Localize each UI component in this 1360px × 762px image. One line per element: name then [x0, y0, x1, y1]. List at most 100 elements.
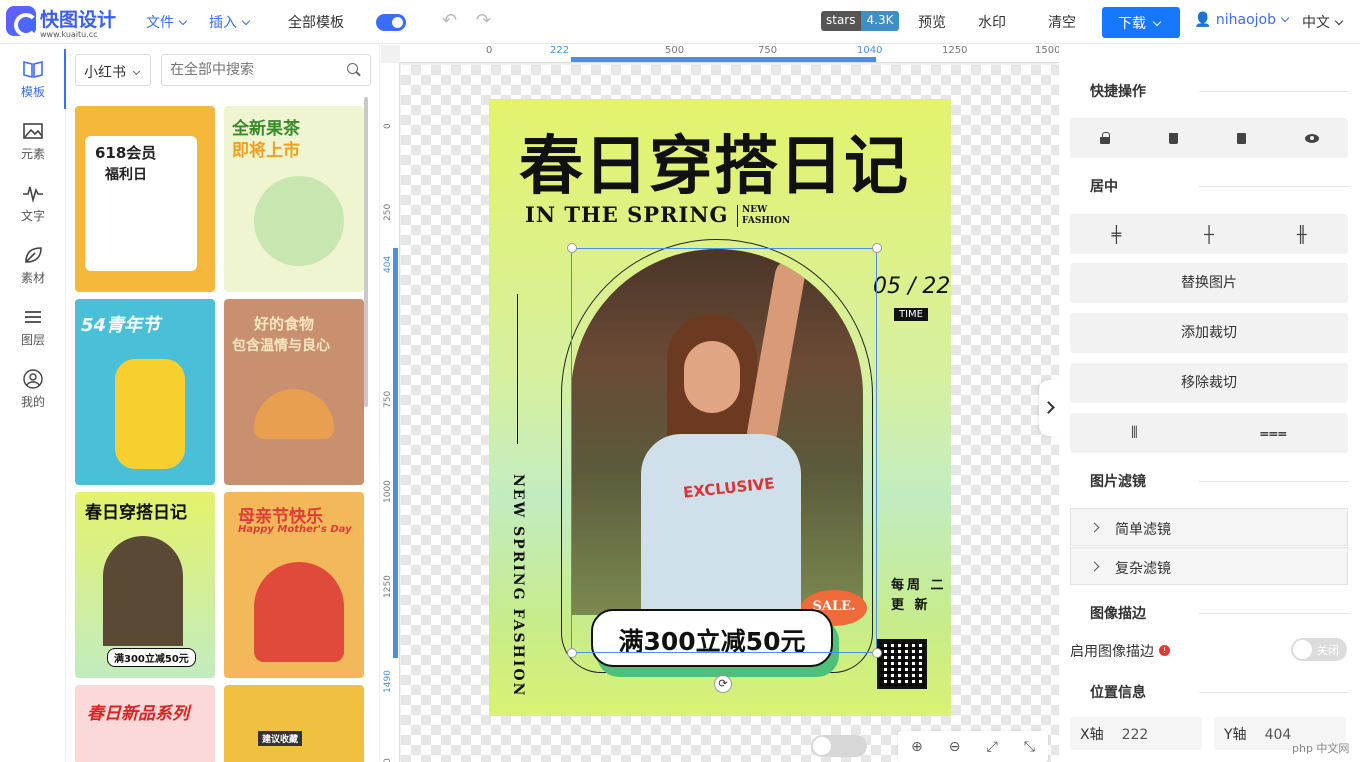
- user-menu[interactable]: 👤 nihaojob: [1194, 12, 1290, 28]
- category-select[interactable]: 小红书: [75, 54, 151, 86]
- zoom-in-icon[interactable]: ⊕: [911, 739, 923, 755]
- trash-icon[interactable]: [1168, 132, 1178, 144]
- app-logo[interactable]: 快图设计 www.kuaitu.cc: [6, 4, 126, 40]
- search-input[interactable]: [161, 54, 371, 86]
- ruler-selection-highlight: [571, 57, 876, 62]
- ruler-tick: 1000: [383, 480, 393, 503]
- nav-templates[interactable]: 模板: [0, 49, 67, 109]
- exit-fullscreen-icon[interactable]: ⤡: [1024, 739, 1035, 755]
- template-card[interactable]: 春日新品系列: [75, 685, 215, 762]
- nav-mine[interactable]: 我的: [0, 359, 66, 415]
- search-icon[interactable]: [347, 63, 358, 74]
- ruler-left: 0 250 404 750 1000 1250 1490 1750: [381, 63, 400, 762]
- template-card[interactable]: 54青年节: [75, 299, 215, 485]
- panel-scrollbar[interactable]: [364, 97, 368, 407]
- top-bar: 快图设计 www.kuaitu.cc 文件 插入 全部模板 ↶ ↷ stars …: [0, 0, 1360, 44]
- nav-text[interactable]: 文字: [0, 173, 66, 229]
- template-card[interactable]: 母亲节快乐 Happy Mother's Day: [224, 492, 364, 678]
- resize-handle[interactable]: [872, 648, 882, 658]
- logo-title: 快图设计: [40, 9, 117, 31]
- resize-handle[interactable]: [872, 243, 882, 253]
- info-icon[interactable]: !: [1159, 645, 1170, 656]
- flip-row: ⫴ ⩶: [1070, 413, 1348, 453]
- chevron-down-icon: [1334, 16, 1344, 26]
- section-divider: [1199, 613, 1349, 614]
- all-templates-button[interactable]: 全部模板: [288, 12, 344, 32]
- file-menu[interactable]: 文件: [146, 12, 188, 32]
- poster-vertical-text[interactable]: NEW SPRING FASHION: [510, 474, 526, 697]
- nav-elements-label: 元素: [20, 147, 45, 161]
- insert-menu[interactable]: 插入: [209, 12, 251, 32]
- complex-filter-collapse[interactable]: 复杂滤镜: [1070, 547, 1348, 585]
- language-label: 中文: [1302, 15, 1330, 31]
- canvas-toggle[interactable]: [811, 735, 867, 757]
- file-menu-label: 文件: [146, 15, 174, 31]
- chevron-down-icon: [1280, 13, 1290, 23]
- nav-materials[interactable]: 素材: [0, 235, 66, 291]
- nav-layers[interactable]: 图层: [0, 297, 66, 353]
- template-card[interactable]: 春日穿搭日记 满300立减50元: [75, 492, 215, 678]
- add-crop-button[interactable]: 添加裁切: [1070, 313, 1348, 353]
- poster-spring-text[interactable]: IN THE SPRING: [525, 202, 728, 227]
- eye-icon[interactable]: [1304, 133, 1319, 143]
- canvas-area[interactable]: 0 222 500 750 1040 1250 1500 0 250 404 7…: [381, 45, 1059, 762]
- resize-handle[interactable]: [567, 243, 577, 253]
- ruler-selection-highlight: [393, 248, 398, 658]
- nav-text-label: 文字: [20, 209, 45, 223]
- layers-icon: [25, 311, 41, 323]
- undo-icon[interactable]: ↶: [442, 10, 457, 31]
- template-card[interactable]: 好的食物 包含温情与良心: [224, 299, 364, 485]
- watermark-button[interactable]: 水印: [978, 12, 1006, 32]
- template-panel: 小红书 618会员 福利日 全新果茶 即将上市 54青年节 好的食物 包含温情与…: [66, 45, 380, 762]
- zoom-out-icon[interactable]: ⊖: [949, 739, 961, 755]
- chevron-down-icon: [132, 67, 141, 76]
- center-vertical-icon[interactable]: ╫: [1297, 225, 1307, 244]
- collapse-right-panel-button[interactable]: [1039, 380, 1059, 436]
- nav-elements[interactable]: 元素: [0, 111, 66, 167]
- template-card[interactable]: 全新果茶 即将上市: [224, 106, 364, 292]
- template-subtitle: Happy Mother's Day: [238, 524, 352, 535]
- center-title: 居中: [1090, 179, 1118, 195]
- toggle-switch[interactable]: [376, 14, 406, 31]
- flip-vertical-icon[interactable]: ⩶: [1260, 423, 1287, 443]
- fit-screen-icon[interactable]: ⤢: [987, 739, 998, 755]
- x-axis-field[interactable]: X轴 222: [1070, 717, 1202, 750]
- resize-handle[interactable]: [567, 648, 577, 658]
- section-divider: [1199, 186, 1349, 187]
- poster-date[interactable]: 05 / 22: [873, 274, 950, 299]
- lock-icon[interactable]: [1099, 132, 1110, 144]
- site-watermark: php 中文网: [1292, 742, 1350, 755]
- flip-horizontal-icon[interactable]: ⫴: [1131, 423, 1138, 443]
- category-value: 小红书: [84, 65, 126, 81]
- poster-new-fashion[interactable]: NEW FASHION: [737, 205, 797, 227]
- x-axis-label: X轴: [1080, 727, 1104, 743]
- copy-icon[interactable]: [1236, 132, 1246, 144]
- selection-box[interactable]: [571, 248, 877, 653]
- template-title: 618会员: [95, 144, 157, 162]
- replace-image-button[interactable]: 替换图片: [1070, 263, 1348, 303]
- ruler-top: 0 222 500 750 1040 1250 1500: [400, 45, 1059, 63]
- redo-icon[interactable]: ↷: [476, 10, 491, 31]
- center-both-icon[interactable]: ┼: [1204, 225, 1214, 244]
- poster-weekly-update[interactable]: 每周 二 更 新: [891, 576, 947, 616]
- center-horizontal-icon[interactable]: ╪: [1112, 225, 1122, 244]
- x-axis-value: 222: [1121, 727, 1149, 743]
- clear-button[interactable]: 清空: [1048, 12, 1076, 32]
- download-button[interactable]: 下载: [1102, 7, 1180, 38]
- user-circle-icon: [23, 369, 43, 389]
- y-axis-label: Y轴: [1224, 727, 1247, 743]
- qr-code[interactable]: [877, 639, 927, 689]
- poster-time-tag[interactable]: TIME: [894, 308, 929, 321]
- rotate-icon[interactable]: ⟳: [714, 675, 732, 693]
- simple-filter-collapse[interactable]: 简单滤镜: [1070, 508, 1348, 546]
- template-card[interactable]: 建议收藏: [224, 685, 364, 762]
- template-card[interactable]: 618会员 福利日: [75, 106, 215, 292]
- template-subtitle: 建议收藏: [258, 731, 303, 746]
- remove-crop-button[interactable]: 移除裁切: [1070, 363, 1348, 403]
- language-menu[interactable]: 中文: [1302, 12, 1344, 32]
- preview-button[interactable]: 预览: [918, 12, 946, 32]
- poster-title[interactable]: 春日穿搭日记: [519, 115, 909, 207]
- stroke-switch[interactable]: 关闭: [1291, 638, 1347, 661]
- github-stars-badge[interactable]: stars 4.3K: [821, 11, 900, 31]
- nav-layers-label: 图层: [20, 333, 45, 347]
